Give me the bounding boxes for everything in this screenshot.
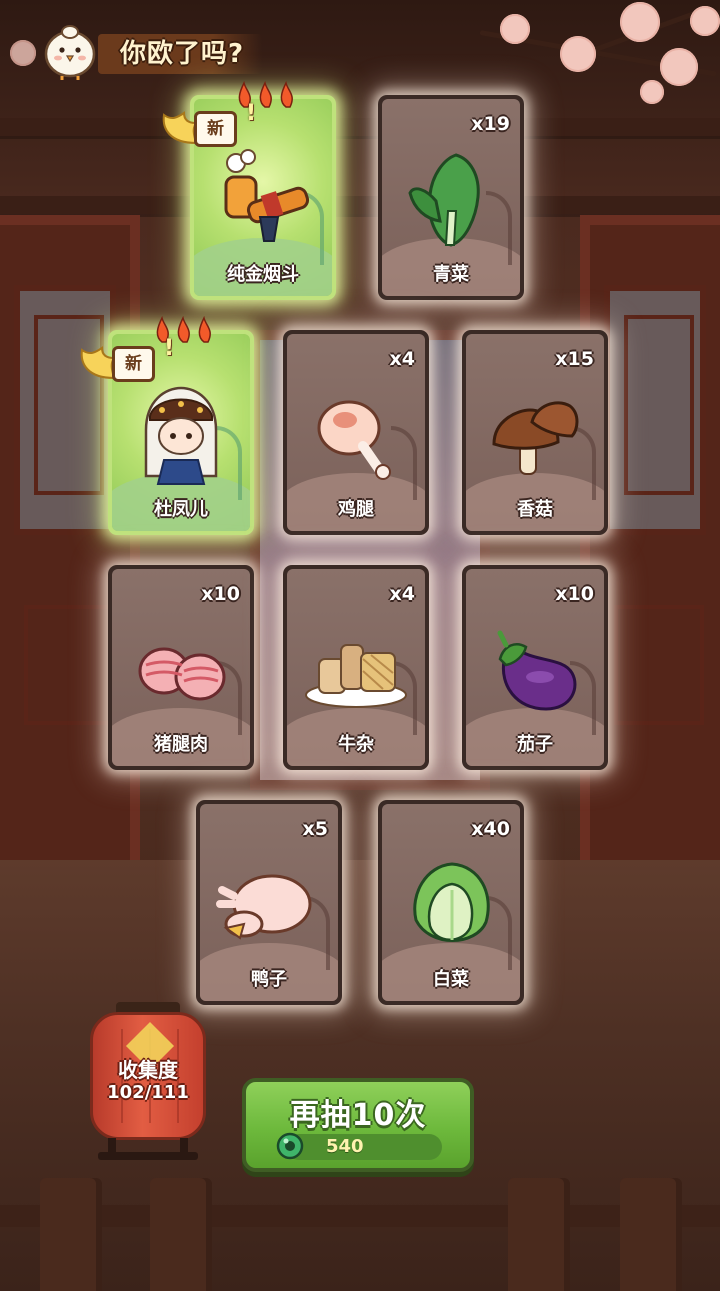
fence-post	[150, 1178, 212, 1291]
duck-icon	[216, 874, 312, 940]
blossom-icon	[560, 36, 596, 72]
title-banner: 你欧了吗?	[98, 34, 263, 74]
card-count: x15	[555, 348, 594, 370]
card-name: 鸡腿	[338, 499, 374, 520]
card-golden-pipe[interactable]: 纯金烟斗 新 !	[162, 81, 336, 300]
card-count: x4	[389, 348, 415, 370]
card-name: 鸭子	[251, 969, 287, 990]
fence-post	[508, 1178, 570, 1291]
card-face: x10 茄子	[466, 569, 604, 766]
draw-again-button[interactable]: 再抽10次 540	[242, 1078, 474, 1172]
collection-value: 102/111	[107, 1082, 189, 1103]
blossom-icon	[620, 2, 660, 42]
exclamation-icon: !	[246, 101, 257, 126]
draw-cost: 540	[326, 1136, 364, 1157]
blossom-icon	[10, 40, 36, 66]
card-face: x10 猪腿肉	[112, 569, 250, 766]
blossom-icon	[500, 14, 530, 44]
lantern-stand	[98, 1138, 198, 1164]
cost-bar	[286, 1134, 442, 1160]
chick-mascot-icon	[44, 25, 96, 80]
jade-coin-icon	[276, 1132, 304, 1160]
card-count: x10	[201, 583, 240, 605]
fence-post	[40, 1178, 102, 1291]
card-duck[interactable]: x5 鸭子	[196, 800, 342, 1005]
right-lattice-door	[580, 215, 720, 875]
card-eggplant[interactable]: x10 茄子	[462, 565, 608, 770]
napa-cabbage-icon	[413, 862, 490, 942]
golden-pipe-icon	[224, 149, 310, 242]
card-count: x19	[471, 113, 510, 135]
beef-offal-icon	[305, 644, 407, 708]
card-bok-choy[interactable]: x19 青菜	[378, 95, 524, 300]
card-count: x5	[302, 818, 328, 840]
eggplant-icon	[497, 630, 577, 711]
card-face: x19 青菜	[382, 99, 520, 296]
bok-choy-icon	[408, 153, 480, 247]
fence-post	[620, 1178, 682, 1291]
collection-label: 收集度	[118, 1058, 178, 1082]
card-count: x10	[555, 583, 594, 605]
card-face: x40 白菜	[382, 804, 520, 1001]
collection-progress-lantern[interactable]: 收集度 102/111	[90, 1002, 206, 1170]
card-napa-cabbage[interactable]: x40 白菜	[378, 800, 524, 1005]
exclamation-icon: !	[164, 336, 175, 361]
card-name: 青菜	[433, 264, 469, 285]
ceiling-beam	[0, 118, 720, 136]
card-count: x4	[389, 583, 415, 605]
card-name: 茄子	[517, 734, 553, 755]
header: 你欧了吗?	[40, 16, 280, 86]
card-face: x4 牛杂	[287, 569, 425, 766]
card-face: x4 鸡腿	[287, 334, 425, 531]
card-character[interactable]: 杜凤儿 新 !	[80, 316, 254, 535]
new-tag: 新 !	[78, 336, 174, 386]
card-face: x15 香菇	[466, 334, 604, 531]
card-chicken-leg[interactable]: x4 鸡腿	[283, 330, 429, 535]
card-face: x5 鸭子	[200, 804, 338, 1001]
card-name: 牛杂	[338, 734, 374, 755]
character-portrait-icon	[144, 386, 218, 485]
card-name: 纯金烟斗	[227, 264, 299, 285]
blossom-icon	[640, 80, 664, 104]
mushroom-icon	[492, 401, 579, 475]
ceiling-beam	[0, 196, 720, 214]
new-label: 新	[112, 346, 155, 382]
pork-leg-icon	[138, 647, 226, 701]
card-name: 香菇	[517, 499, 553, 520]
fence-rail	[0, 1205, 720, 1227]
chicken-leg-icon	[317, 400, 391, 480]
card-name: 白菜	[433, 969, 469, 990]
blossom-icon	[660, 48, 698, 86]
card-pork-leg[interactable]: x10 猪腿肉	[108, 565, 254, 770]
left-lattice-door	[0, 215, 140, 875]
card-name: 杜凤儿	[154, 499, 208, 520]
new-tag: 新 !	[160, 101, 256, 151]
new-label: 新	[194, 111, 237, 147]
page-title: 你欧了吗?	[120, 39, 245, 69]
card-count: x40	[471, 818, 510, 840]
draw-again-label: 再抽10次	[289, 1098, 427, 1133]
blossom-icon	[690, 6, 720, 36]
card-name: 猪腿肉	[154, 734, 208, 755]
card-mushroom[interactable]: x15 香菇	[462, 330, 608, 535]
card-beef-offal[interactable]: x4 牛杂	[283, 565, 429, 770]
